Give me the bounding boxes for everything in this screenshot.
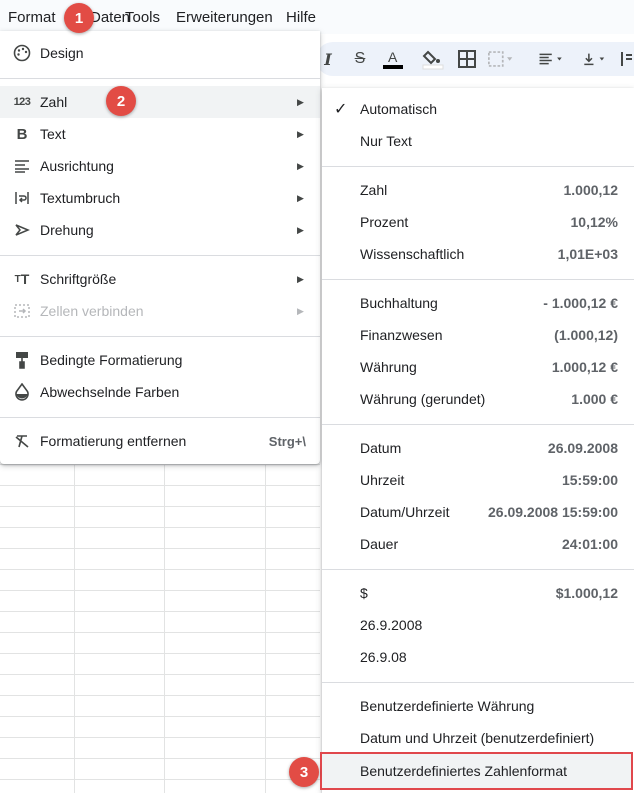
menubar: Format Daten Tools Erweiterungen Hilfe xyxy=(0,0,634,34)
menu-item-text[interactable]: B Text ▶ xyxy=(0,118,320,150)
submenu-item-waehrung-gerundet[interactable]: Währung (gerundet) 1.000 € xyxy=(322,383,634,415)
submenu-arrow-icon: ▶ xyxy=(297,96,304,107)
fill-color-icon[interactable] xyxy=(420,46,446,72)
text-color-icon[interactable]: A xyxy=(380,46,406,72)
submenu-arrow-icon: ▶ xyxy=(297,192,304,203)
vertical-align-icon[interactable] xyxy=(582,46,608,72)
palette-icon xyxy=(12,43,32,63)
menu-item-textumbruch[interactable]: Textumbruch ▶ xyxy=(0,182,320,214)
submenu-arrow-icon: ▶ xyxy=(297,224,304,235)
menu-item-zellen-verbinden[interactable]: Zellen verbinden ▶ xyxy=(0,295,320,327)
submenu-item-zahl[interactable]: Zahl 1.000,12 xyxy=(322,174,634,206)
paint-roller-icon xyxy=(12,350,32,370)
menu-item-bedingte-formatierung[interactable]: Bedingte Formatierung xyxy=(0,344,320,376)
submenu-item-dauer[interactable]: Dauer 24:01:00 xyxy=(322,528,634,560)
grid-column-line xyxy=(265,464,266,793)
menu-separator xyxy=(322,424,634,425)
submenu-item-datum[interactable]: Datum 26.09.2008 xyxy=(322,432,634,464)
menu-separator xyxy=(322,569,634,570)
submenu-item-finanzwesen[interactable]: Finanzwesen (1.000,12) xyxy=(322,319,634,351)
align-left-icon xyxy=(12,156,32,176)
menu-separator xyxy=(0,78,320,79)
grid-column-line xyxy=(74,464,75,793)
number-format-submenu: ✓ Automatisch Nur Text Zahl 1.000,12 Pro… xyxy=(322,88,634,793)
grid-column-line xyxy=(164,464,165,793)
shortcut-label: Strg+\ xyxy=(268,433,306,449)
menu-item-schriftgroesse[interactable]: TT Schriftgröße ▶ xyxy=(0,263,320,295)
spreadsheet-grid[interactable] xyxy=(0,464,320,793)
menu-tools[interactable]: Tools xyxy=(125,9,160,26)
clear-format-icon xyxy=(12,431,32,451)
menu-separator xyxy=(0,255,320,256)
submenu-arrow-icon: ▶ xyxy=(297,305,304,316)
svg-text:A: A xyxy=(388,49,398,65)
submenu-arrow-icon: ▶ xyxy=(297,160,304,171)
merge-cells-icon xyxy=(12,301,32,321)
text-rotation-icon xyxy=(12,220,32,240)
text-wrap-icon xyxy=(12,188,32,208)
step-badge-2: 2 xyxy=(106,86,136,116)
submenu-item-date-short[interactable]: 26.9.08 xyxy=(322,641,634,673)
submenu-item-waehrung[interactable]: Währung 1.000,12 € xyxy=(322,351,634,383)
menu-item-abwechselnde-farben[interactable]: Abwechselnde Farben xyxy=(0,376,320,408)
submenu-item-nur-text[interactable]: Nur Text xyxy=(322,125,634,157)
menu-item-formatierung-entfernen[interactable]: Formatierung entfernen Strg+\ xyxy=(0,425,320,457)
submenu-arrow-icon: ▶ xyxy=(297,273,304,284)
submenu-item-date-long[interactable]: 26.9.2008 xyxy=(322,609,634,641)
font-size-icon: TT xyxy=(14,271,30,287)
menu-hilfe[interactable]: Hilfe xyxy=(286,9,316,26)
menu-item-drehung[interactable]: Drehung ▶ xyxy=(0,214,320,246)
menu-erweiterungen[interactable]: Erweiterungen xyxy=(176,9,273,26)
number-123-icon: 123 xyxy=(13,96,31,108)
bold-icon: B xyxy=(16,125,28,143)
merge-icon[interactable] xyxy=(488,46,514,72)
menu-item-zahl[interactable]: 123 Zahl ▶ xyxy=(0,86,320,118)
menu-separator xyxy=(0,336,320,337)
menu-separator xyxy=(322,682,634,683)
checkmark-icon: ✓ xyxy=(334,101,348,118)
menu-item-design[interactable]: Design xyxy=(0,37,320,69)
submenu-item-datum-uhrzeit-benutzerdefiniert[interactable]: Datum und Uhrzeit (benutzerdefiniert) xyxy=(322,722,634,754)
submenu-arrow-icon: ▶ xyxy=(297,128,304,139)
submenu-item-automatisch[interactable]: ✓ Automatisch xyxy=(322,93,634,125)
step-badge-3: 3 xyxy=(289,757,319,787)
menu-separator xyxy=(0,417,320,418)
menu-format[interactable]: Format xyxy=(8,9,56,26)
submenu-item-buchhaltung[interactable]: Buchhaltung - 1.000,12 € xyxy=(322,287,634,319)
horizontal-align-icon[interactable] xyxy=(538,46,564,72)
menu-separator xyxy=(322,279,634,280)
submenu-item-benutzerdefinierte-waehrung[interactable]: Benutzerdefinierte Währung xyxy=(322,690,634,722)
borders-icon[interactable] xyxy=(454,46,480,72)
menu-separator xyxy=(322,166,634,167)
color-drop-icon xyxy=(12,382,32,402)
menu-item-ausrichtung[interactable]: Ausrichtung ▶ xyxy=(0,150,320,182)
submenu-item-benutzerdefiniertes-zahlenformat[interactable]: Benutzerdefiniertes Zahlenformat xyxy=(322,755,634,787)
strikethrough-icon[interactable]: S xyxy=(347,46,373,72)
submenu-item-datum-uhrzeit[interactable]: Datum/Uhrzeit 26.09.2008 15:59:00 xyxy=(322,496,634,528)
format-menu: Design 123 Zahl ▶ B Text ▶ Ausrichtung ▶… xyxy=(0,31,320,464)
text-wrap-toolbar-icon[interactable] xyxy=(620,46,634,72)
submenu-item-prozent[interactable]: Prozent 10,12% xyxy=(322,206,634,238)
submenu-item-uhrzeit[interactable]: Uhrzeit 15:59:00 xyxy=(322,464,634,496)
submenu-item-wissenschaftlich[interactable]: Wissenschaftlich 1,01E+03 xyxy=(322,238,634,270)
step-badge-1: 1 xyxy=(64,3,94,33)
submenu-item-dollar[interactable]: $ $1.000,12 xyxy=(322,577,634,609)
